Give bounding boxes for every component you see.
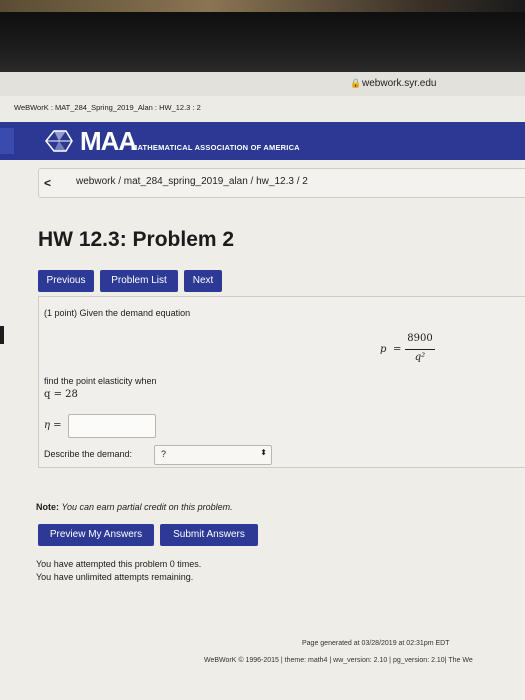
q-value: q = 28 [44, 389, 78, 400]
browser-tab[interactable]: WeBWorK : MAT_284_Spring_2019_Alan : HW_… [0, 96, 525, 122]
equation-equals: = [393, 344, 402, 355]
eta-answer-input[interactable] [68, 414, 156, 438]
describe-label: Describe the demand: [44, 449, 133, 459]
eta-label: η = [44, 420, 62, 431]
preview-answers-button[interactable]: Preview My Answers [38, 524, 154, 546]
maa-logo-icon[interactable] [42, 128, 76, 154]
describe-demand-select[interactable]: ? ⬍ [154, 445, 272, 465]
problem-list-button[interactable]: Problem List [100, 270, 178, 292]
breadcrumb-path[interactable]: webwork / mat_284_spring_2019_alan / hw_… [76, 176, 308, 187]
equation-numerator: 8900 [407, 333, 433, 344]
select-arrows-icon: ⬍ [260, 448, 267, 457]
attempts-line-1: You have attempted this problem 0 times. [36, 559, 202, 569]
note-label: Note: [36, 502, 59, 512]
next-button[interactable]: Next [184, 270, 222, 292]
footer-copyright: WeBWorK © 1996-2015 | theme: math4 | ww_… [204, 657, 473, 664]
submit-answers-button[interactable]: Submit Answers [160, 524, 258, 546]
previous-button[interactable]: Previous [38, 270, 94, 292]
partial-credit-note: Note: You can earn partial credit on thi… [36, 502, 233, 512]
problem-intro: (1 point) Given the demand equation [44, 308, 191, 318]
page-title: HW 12.3: Problem 2 [38, 228, 235, 251]
maa-subtitle: MATHEMATICAL ASSOCIATION OF AMERICA [131, 143, 300, 152]
tab-title-text: WeBWorK : MAT_284_Spring_2019_Alan : HW_… [14, 103, 201, 112]
site-header [0, 122, 525, 160]
find-instruction: find the point elasticity when [44, 376, 157, 386]
fraction-bar [405, 349, 435, 350]
attempts-line-2: You have unlimited attempts remaining. [36, 572, 194, 582]
edge-marker [0, 326, 4, 344]
describe-selected-value: ? [161, 449, 167, 459]
device-top-edge [0, 0, 525, 12]
back-chevron-icon[interactable]: < [44, 176, 51, 190]
lock-icon: 🔒 [350, 78, 362, 88]
maa-logo-text[interactable]: MAA [80, 126, 137, 157]
address-bar[interactable]: 🔒 webwork.syr.edu [0, 72, 525, 96]
note-text: You can earn partial credit on this prob… [61, 502, 233, 512]
url-text[interactable]: webwork.syr.edu [362, 78, 436, 89]
header-left-tab [0, 128, 14, 154]
attempts-info: You have attempted this problem 0 times.… [36, 558, 201, 584]
equation-denominator: q² [414, 352, 426, 363]
page-generated-text: Page generated at 03/28/2019 at 02:31pm … [302, 640, 450, 647]
equation-p: p [380, 344, 387, 355]
